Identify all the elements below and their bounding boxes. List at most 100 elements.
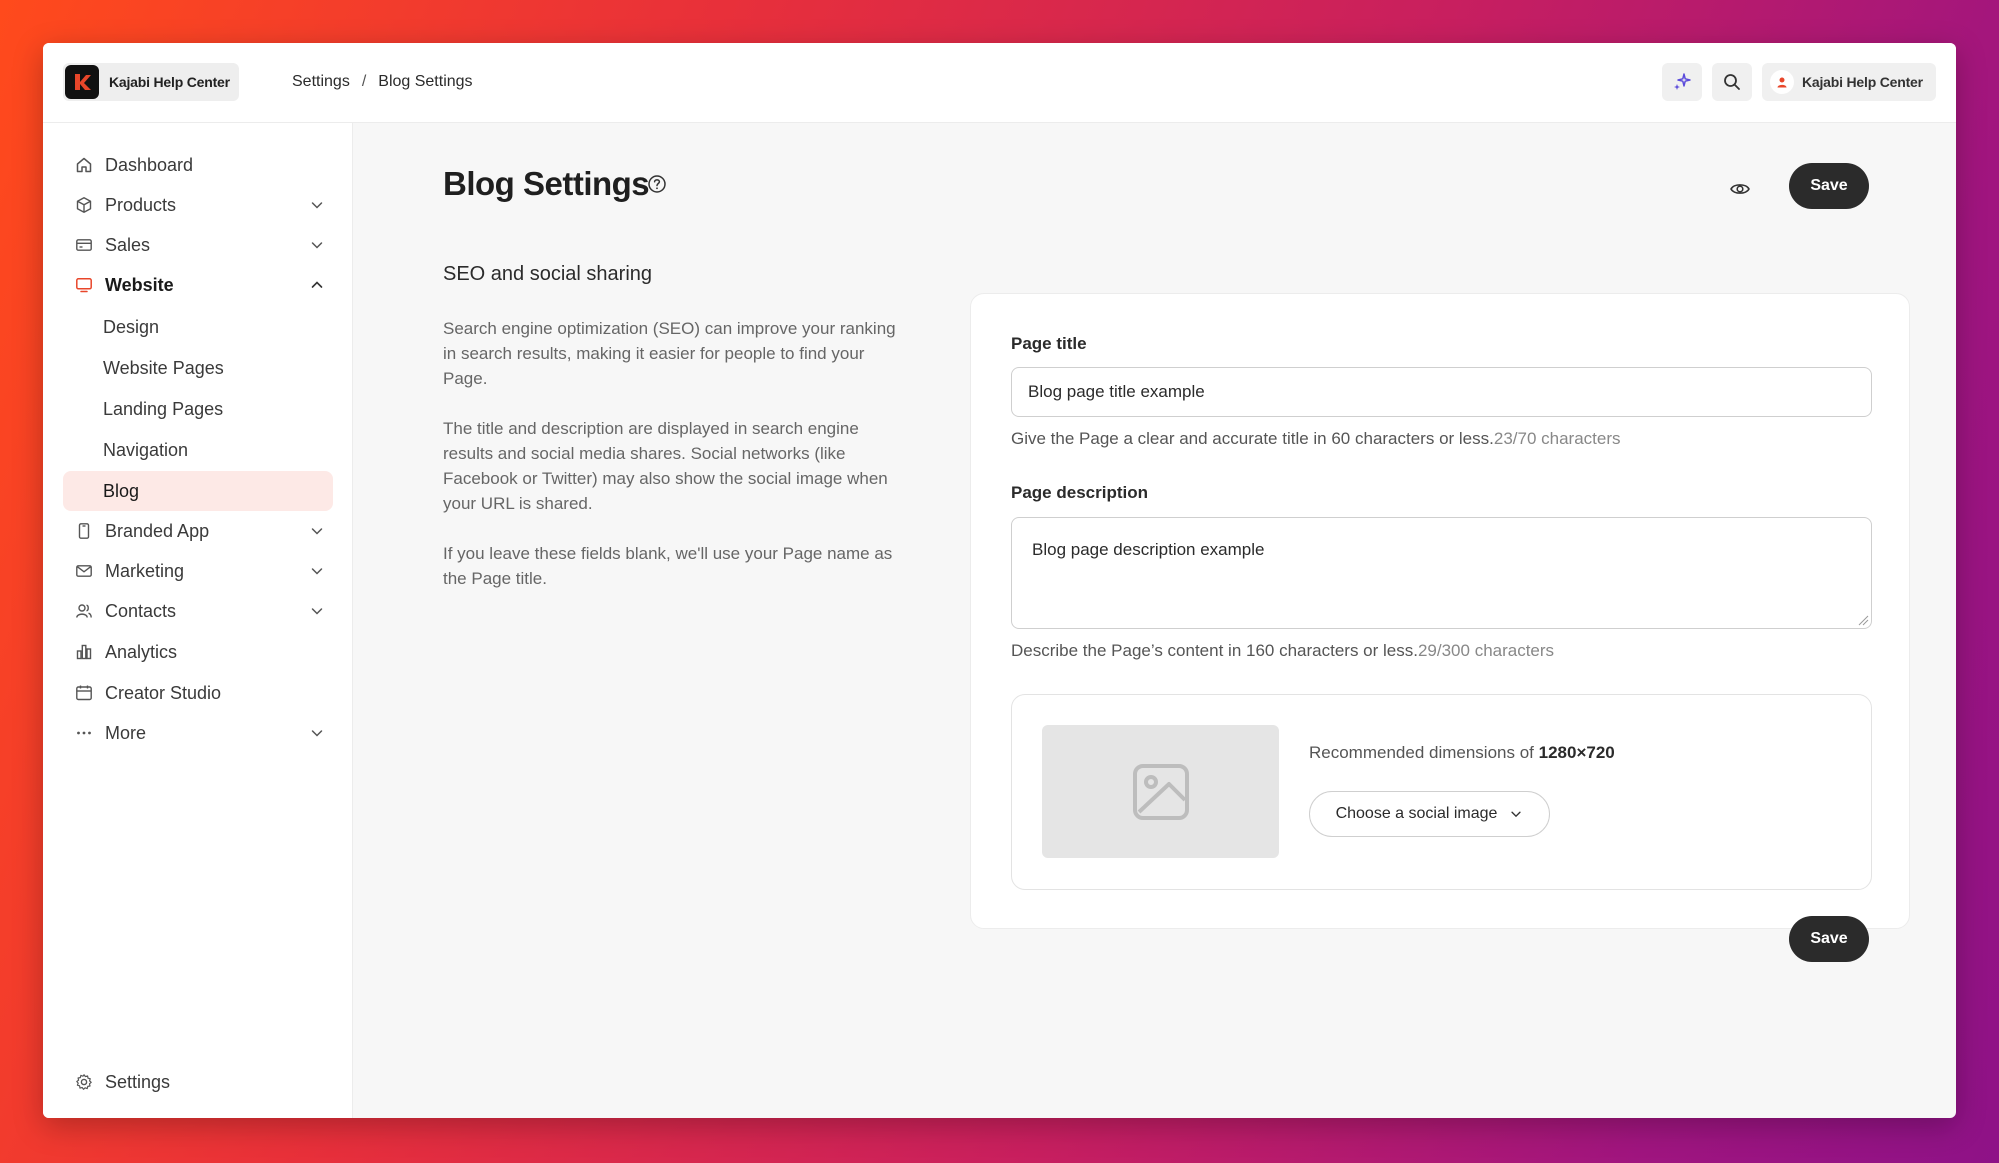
sidebar-item-label: Website [105, 274, 174, 295]
sidebar-item-settings[interactable]: Settings [63, 1062, 333, 1102]
mail-icon [73, 560, 95, 582]
page-description-textarea[interactable]: Blog page description example [1011, 517, 1872, 629]
brand-switcher[interactable]: Kajabi Help Center [63, 63, 239, 101]
recommended-dimensions: Recommended dimensions of 1280×720 [1309, 743, 1615, 763]
chevron-up-icon [311, 281, 323, 288]
choose-social-image-label: Choose a social image [1335, 805, 1498, 822]
sidebar-item-label: Dashboard [105, 154, 194, 175]
sidebar-item-label: Analytics [105, 641, 178, 662]
account-name: Kajabi Help Center [1802, 74, 1923, 90]
breadcrumb-blog-settings: Blog Settings [378, 73, 473, 90]
home-icon [73, 154, 95, 176]
resize-grip-icon[interactable] [1857, 614, 1869, 626]
chevron-down-icon [311, 202, 323, 209]
brand-name: Kajabi Help Center [109, 74, 230, 90]
sidebar-item-more[interactable]: More [63, 713, 333, 753]
section-title: SEO and social sharing [443, 263, 653, 285]
sidebar-item-label: Creator Studio [105, 682, 222, 703]
sidebar-item-products[interactable]: Products [63, 185, 333, 225]
sidebar-subitem-label: Navigation [103, 439, 189, 460]
recommended-dims-value: 1280×720 [1538, 743, 1615, 762]
chevron-down-icon [311, 242, 323, 249]
page-description-hint: Describe the Page’s content in 160 chara… [1011, 641, 1554, 661]
sidebar-subitem-navigation[interactable]: Navigation [63, 430, 333, 470]
chevron-down-icon [311, 528, 323, 535]
page-description-value: Blog page description example [1032, 540, 1265, 559]
box-icon [73, 194, 95, 216]
avatar [1770, 70, 1794, 94]
sidebar-subitem-label: Design [103, 316, 160, 337]
breadcrumb: Settings / Blog Settings [292, 73, 473, 91]
sidebar-subitem-label: Blog [103, 480, 140, 501]
credit-card-icon [73, 234, 95, 256]
page-title: Blog Settings [443, 165, 650, 202]
page-title-input[interactable]: Blog page title example [1011, 367, 1872, 417]
sidebar: Dashboard Products Sales Website Design [43, 123, 353, 1118]
preview-button[interactable] [1726, 175, 1754, 203]
save-button-bottom[interactable]: Save [1789, 916, 1869, 962]
monitor-icon [73, 274, 95, 296]
social-image-placeholder[interactable] [1042, 725, 1279, 858]
user-icon [1777, 77, 1787, 88]
breadcrumb-separator: / [361, 73, 367, 90]
page-title-value: Blog page title example [1028, 382, 1205, 401]
sidebar-item-label: Settings [105, 1071, 171, 1092]
sidebar-item-contacts[interactable]: Contacts [63, 591, 333, 631]
chevron-down-icon [311, 608, 323, 615]
chevron-down-icon [311, 730, 323, 737]
chevron-down-icon [311, 568, 323, 575]
app-window: Kajabi Help Center Settings / Blog Setti… [43, 43, 1956, 1118]
sidebar-item-branded-app[interactable]: Branded App [63, 511, 333, 551]
sparkle-icon [1674, 73, 1691, 90]
seo-paragraph: Search engine optimization (SEO) can imp… [443, 319, 896, 388]
sidebar-item-label: Products [105, 194, 177, 215]
search-icon [1724, 74, 1740, 90]
ellipsis-icon [73, 722, 95, 744]
sidebar-item-analytics[interactable]: Analytics [63, 632, 333, 672]
save-button-top[interactable]: Save [1789, 163, 1869, 209]
sidebar-item-label: Branded App [105, 520, 210, 541]
seo-paragraph: The title and description are displayed … [443, 419, 888, 513]
account-menu[interactable]: Kajabi Help Center [1762, 63, 1936, 101]
sidebar-item-creator-studio[interactable]: Creator Studio [63, 673, 333, 713]
page-title-label: Page title [1011, 334, 1087, 353]
social-image-box: Recommended dimensions of 1280×720 Choos… [1011, 694, 1872, 890]
image-icon [1132, 763, 1189, 820]
page-description-char-count: 29/300 characters [1417, 641, 1555, 660]
page-description-label: Page description [1011, 483, 1148, 502]
sidebar-item-label: Contacts [105, 600, 177, 621]
phone-icon [73, 520, 95, 542]
sidebar-subitem-landing-pages[interactable]: Landing Pages [63, 389, 333, 429]
help-circle-icon[interactable] [646, 173, 668, 195]
sidebar-item-label: Sales [105, 234, 151, 255]
page-title-hint-text: Give the Page a clear and accurate title… [1011, 429, 1494, 448]
sidebar-item-marketing[interactable]: Marketing [63, 551, 333, 591]
page-title-char-count: 23/70 characters [1493, 429, 1621, 448]
recommended-prefix: Recommended dimensions of [1309, 743, 1539, 762]
seo-description: SEO and social sharing Search engine opt… [443, 263, 903, 616]
main-content: Blog Settings Save SEO and social sharin… [353, 123, 1956, 1118]
sidebar-item-label: More [105, 722, 147, 743]
sidebar-item-sales[interactable]: Sales [63, 225, 333, 265]
calendar-icon [73, 682, 95, 704]
search-button[interactable] [1712, 63, 1752, 101]
ai-assistant-button[interactable] [1662, 63, 1702, 101]
page-description-hint-text: Describe the Page’s content in 160 chara… [1011, 641, 1418, 660]
sidebar-subitem-website-pages[interactable]: Website Pages [63, 348, 333, 388]
sidebar-subitem-design[interactable]: Design [63, 307, 333, 347]
breadcrumb-settings[interactable]: Settings [292, 73, 350, 91]
choose-social-image-button[interactable]: Choose a social image [1309, 791, 1550, 837]
eye-icon [1730, 184, 1750, 194]
seo-paragraph: If you leave these fields blank, we'll u… [443, 544, 893, 588]
sidebar-item-label: Marketing [105, 560, 185, 581]
gear-icon [73, 1071, 95, 1093]
bar-chart-icon [73, 641, 95, 663]
sidebar-item-dashboard[interactable]: Dashboard [63, 145, 333, 185]
chevron-down-icon [1511, 811, 1522, 818]
kajabi-logo-icon [65, 65, 99, 99]
page-title-hint: Give the Page a clear and accurate title… [1011, 429, 1621, 449]
sidebar-item-website[interactable]: Website [63, 265, 333, 305]
top-actions: Kajabi Help Center [1662, 63, 1936, 101]
sidebar-subitem-blog[interactable]: Blog [63, 471, 333, 511]
seo-form-card: Page title Blog page title example Give … [970, 293, 1910, 929]
